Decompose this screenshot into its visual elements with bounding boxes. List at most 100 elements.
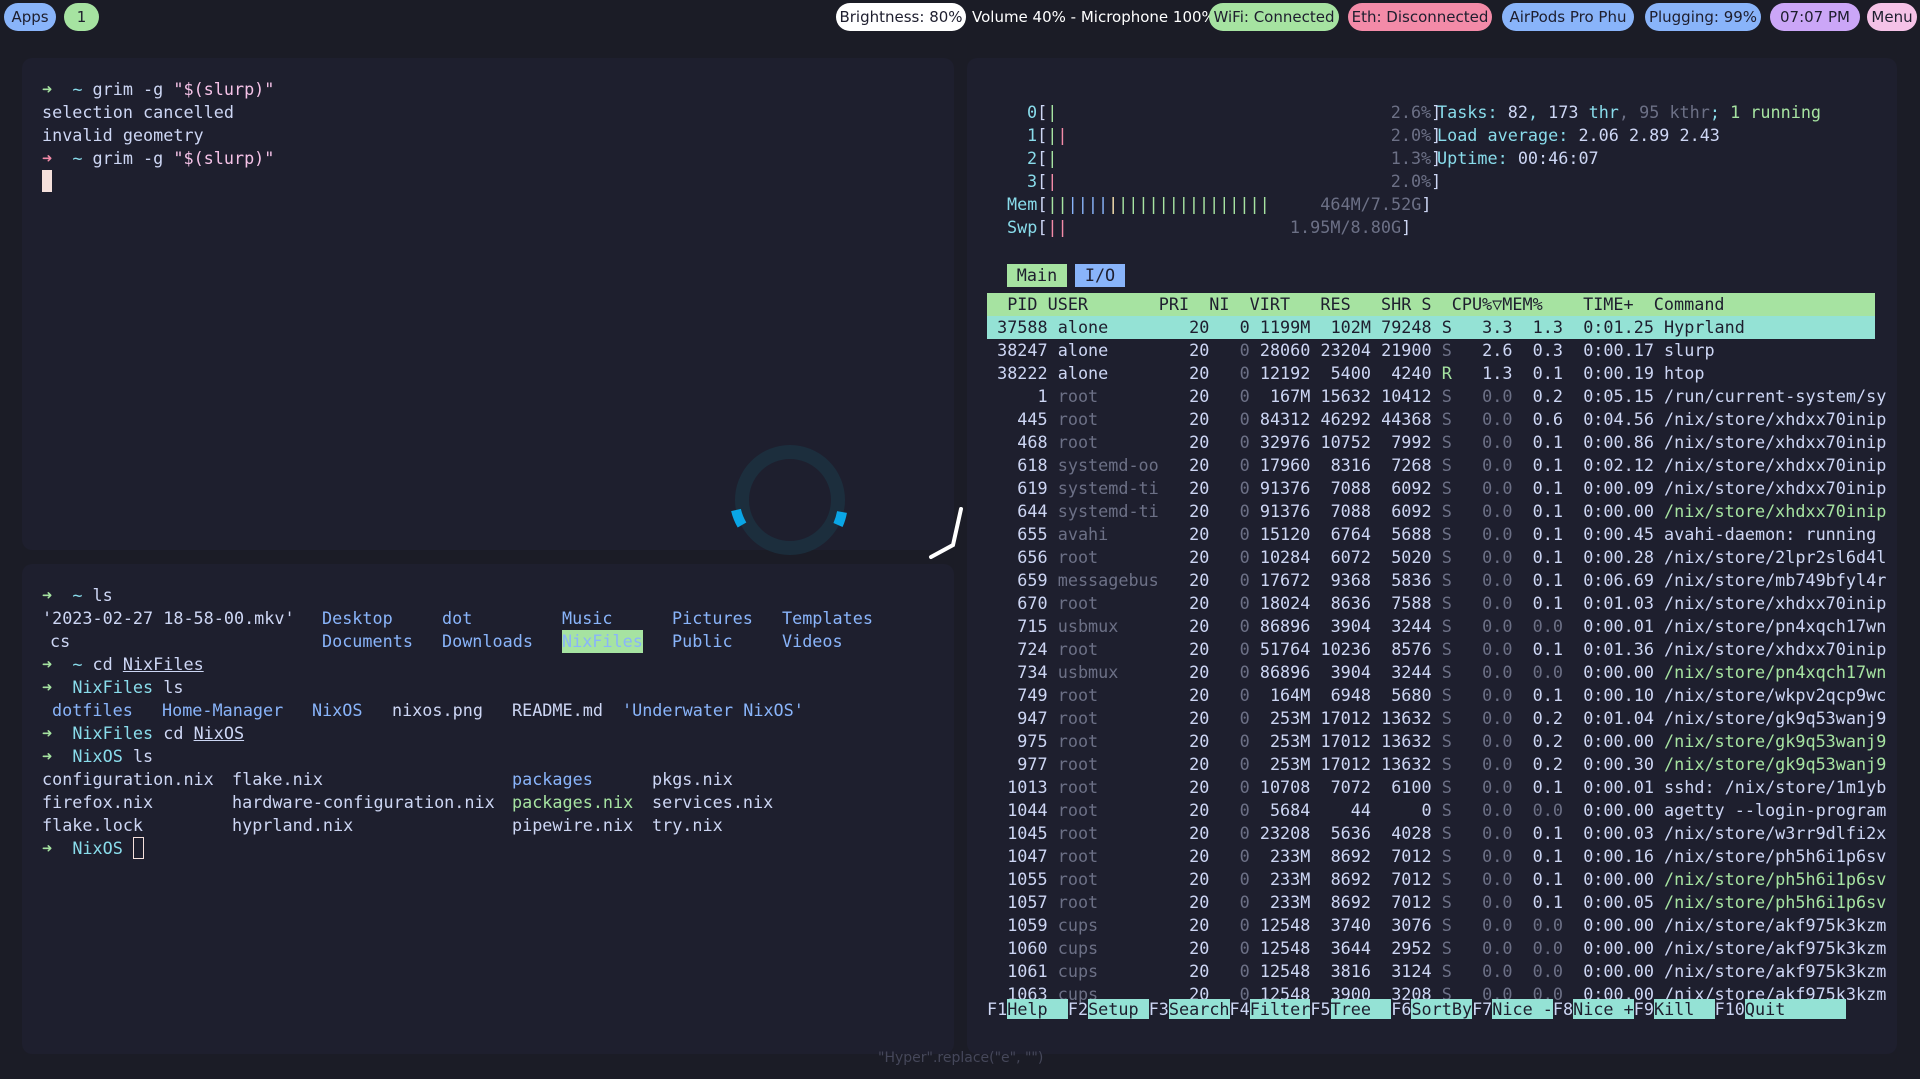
fkey-action-button[interactable]: Search: [1168, 999, 1230, 1019]
prompt-arrow-icon: ➜: [42, 148, 73, 168]
fkey-action-button[interactable]: Tree: [1330, 999, 1392, 1019]
process-row[interactable]: 655 avahi 20 0 15120 6764 5688 S 0.0 0.1…: [987, 523, 1876, 546]
swap-meter: Swp[|| 1.95M/8.80G]: [1007, 217, 1412, 237]
fkey-label: F7: [1472, 999, 1493, 1019]
ls-item: flake.nix: [232, 769, 323, 789]
ls-dir: packages: [512, 769, 593, 789]
menu-button[interactable]: Menu: [1867, 3, 1917, 31]
process-row[interactable]: 670 root 20 0 18024 8636 7588 S 0.0 0.1 …: [987, 592, 1886, 615]
prompt-arrow-icon: ➜: [42, 654, 73, 674]
workspace-1-button[interactable]: 1: [64, 3, 99, 31]
brightness-indicator[interactable]: Brightness: 80%: [836, 3, 966, 31]
loading-spinner-icon: [731, 445, 847, 555]
process-row[interactable]: 1044 root 20 0 5684 44 0 S 0.0 0.0 0:00.…: [987, 799, 1886, 822]
fkey-action-button[interactable]: Nice +: [1573, 999, 1634, 1019]
command-arg: "$(slurp)": [173, 148, 275, 168]
prompt-dir: ~: [72, 585, 83, 605]
process-row[interactable]: 734 usbmux 20 0 86896 3904 3244 S 0.0 0.…: [987, 661, 1886, 684]
terminal-line: ➜ NixOS: [42, 837, 144, 860]
fkey-action-button[interactable]: Kill: [1653, 999, 1715, 1019]
volume-indicator[interactable]: Volume 40% - Microphone 100%: [972, 3, 1216, 31]
fkey-label: F6: [1391, 999, 1412, 1019]
tab-main[interactable]: Main: [1007, 264, 1067, 287]
fkey-label: F10: [1714, 999, 1745, 1019]
process-row[interactable]: 618 systemd-oo 20 0 17960 8316 7268 S 0.…: [987, 454, 1886, 477]
prompt-dir: ~: [72, 79, 83, 99]
terminal-line: ➜ ~ grim -g "$(slurp)": [42, 147, 274, 170]
process-row[interactable]: 37588 alone 20 0 1199M 102M 79248 S 3.3 …: [987, 316, 1745, 339]
process-table-header[interactable]: PID USER PRI NI VIRT RES SHR S CPU%▽MEM%…: [987, 293, 1875, 316]
process-row[interactable]: 749 root 20 0 164M 6948 5680 S 0.0 0.1 0…: [987, 684, 1886, 707]
process-row[interactable]: 445 root 20 0 84312 46292 44368 S 0.0 0.…: [987, 408, 1886, 431]
ls-dir: Desktop: [322, 608, 393, 628]
process-row[interactable]: 656 root 20 0 10284 6072 5020 S 0.0 0.1 …: [987, 546, 1886, 569]
command-arg: NixFiles: [122, 654, 204, 674]
process-row[interactable]: 1013 root 20 0 10708 7072 6100 S 0.0 0.1…: [987, 776, 1886, 799]
ethernet-indicator[interactable]: Eth: Disconnected: [1348, 3, 1492, 31]
ls-dir: dotfiles: [52, 700, 133, 720]
ls-item: '2023-02-27 18-58-00.mkv': [42, 608, 295, 628]
fkey-action-button[interactable]: Nice -: [1492, 999, 1553, 1019]
terminal-line: ➜ ~ ls: [42, 584, 113, 607]
fkey-action-button[interactable]: Filter: [1249, 999, 1311, 1019]
fkey-action-button[interactable]: SortBy: [1411, 999, 1473, 1019]
fkey-label: F3: [1148, 999, 1169, 1019]
command-text: grim -g: [92, 79, 174, 99]
process-row[interactable]: 1057 root 20 0 233M 8692 7012 S 0.0 0.1 …: [987, 891, 1886, 914]
process-row[interactable]: 1059 cups 20 0 12548 3740 3076 S 0.0 0.0…: [987, 914, 1886, 937]
ls-dir: Downloads: [442, 631, 533, 651]
ls-item: services.nix: [652, 792, 774, 812]
ls-dir: Public: [672, 631, 733, 651]
ls-item: configuration.nix: [42, 769, 214, 789]
process-row[interactable]: 38247 alone 20 0 28060 23204 21900 S 2.6…: [987, 339, 1714, 362]
ls-item: README.md: [512, 700, 603, 720]
tab-io[interactable]: I/O: [1075, 264, 1125, 287]
ls-dir: dot: [442, 608, 473, 628]
process-row[interactable]: 644 systemd-ti 20 0 91376 7088 6092 S 0.…: [987, 500, 1886, 523]
process-row[interactable]: 1055 root 20 0 233M 8692 7012 S 0.0 0.1 …: [987, 868, 1886, 891]
battery-indicator[interactable]: Plugging: 99%: [1645, 3, 1761, 31]
memory-meter: Mem[|||||||||||||||||||||| 464M/7.52G]: [1007, 194, 1432, 214]
process-row[interactable]: 1060 cups 20 0 12548 3644 2952 S 0.0 0.0…: [987, 937, 1886, 960]
terminal-window-bottom[interactable]: ➜ ~ ls '2023-02-27 18-58-00.mkv' cs Desk…: [22, 564, 954, 1054]
terminal-line: ➜ NixFiles cd NixOS: [42, 722, 244, 745]
process-row[interactable]: 1 root 20 0 167M 15632 10412 S 0.0 0.2 0…: [987, 385, 1887, 408]
process-row[interactable]: 659 messagebus 20 0 17672 9368 5836 S 0.…: [987, 569, 1886, 592]
command-arg: NixOS: [193, 723, 245, 743]
wifi-indicator[interactable]: WiFi: Connected: [1209, 3, 1339, 31]
uptime: Uptime: 00:46:07: [1437, 148, 1599, 168]
command-text: ls: [132, 746, 154, 766]
process-row[interactable]: 1047 root 20 0 233M 8692 7012 S 0.0 0.1 …: [987, 845, 1886, 868]
process-row[interactable]: 724 root 20 0 51764 10236 8576 S 0.0 0.1…: [987, 638, 1886, 661]
process-row[interactable]: 715 usbmux 20 0 86896 3904 3244 S 0.0 0.…: [987, 615, 1886, 638]
fkey-action-button[interactable]: Help: [1007, 999, 1068, 1019]
process-row[interactable]: 468 root 20 0 32976 10752 7992 S 0.0 0.1…: [987, 431, 1886, 454]
process-row[interactable]: 619 systemd-ti 20 0 91376 7088 6092 S 0.…: [987, 477, 1886, 500]
process-row[interactable]: 975 root 20 0 253M 17012 13632 S 0.0 0.2…: [987, 730, 1886, 753]
ls-item: nixos.png: [392, 700, 483, 720]
prompt-dir: ~: [72, 654, 83, 674]
fkey-action-button[interactable]: Setup: [1088, 999, 1149, 1019]
fkey-action-button[interactable]: Quit: [1744, 999, 1846, 1019]
process-row[interactable]: 1061 cups 20 0 12548 3816 3124 S 0.0 0.0…: [987, 960, 1886, 983]
terminal-line: ➜ NixFiles ls: [42, 676, 183, 699]
ls-item: pipewire.nix: [512, 815, 634, 835]
cpu-meter: 2[| 1.3%]: [1027, 148, 1442, 168]
process-row[interactable]: 947 root 20 0 253M 17012 13632 S 0.0 0.2…: [987, 707, 1886, 730]
load-average: Load average: 2.06 2.89 2.43: [1437, 125, 1720, 145]
process-row[interactable]: 977 root 20 0 253M 17012 13632 S 0.0 0.2…: [987, 753, 1886, 776]
ls-dir: Videos: [782, 631, 843, 651]
process-row[interactable]: 1045 root 20 0 23208 5636 4028 S 0.0 0.1…: [987, 822, 1886, 845]
apps-button[interactable]: Apps: [4, 3, 56, 31]
htop-window[interactable]: 0[| 2.6%] 1[|| 2.0%] 2[| 1.3%] 3[| 2.0%]…: [967, 58, 1897, 1054]
prompt-arrow-icon: ➜: [42, 723, 73, 743]
terminal-line: ➜ ~ grim -g "$(slurp)": [42, 78, 274, 101]
bluetooth-indicator[interactable]: AirPods Pro Phu: [1502, 3, 1634, 31]
ls-dir: Documents: [322, 631, 413, 651]
prompt-arrow-icon: ➜: [42, 79, 73, 99]
ls-dir: Home-Manager: [162, 700, 284, 720]
ls-item: packages.nix: [512, 792, 634, 812]
prompt-arrow-icon: ➜: [42, 838, 73, 858]
process-row[interactable]: 38222 alone 20 0 12192 5400 4240 R 1.3 0…: [987, 362, 1704, 385]
clock[interactable]: 07:07 PM: [1770, 3, 1860, 31]
